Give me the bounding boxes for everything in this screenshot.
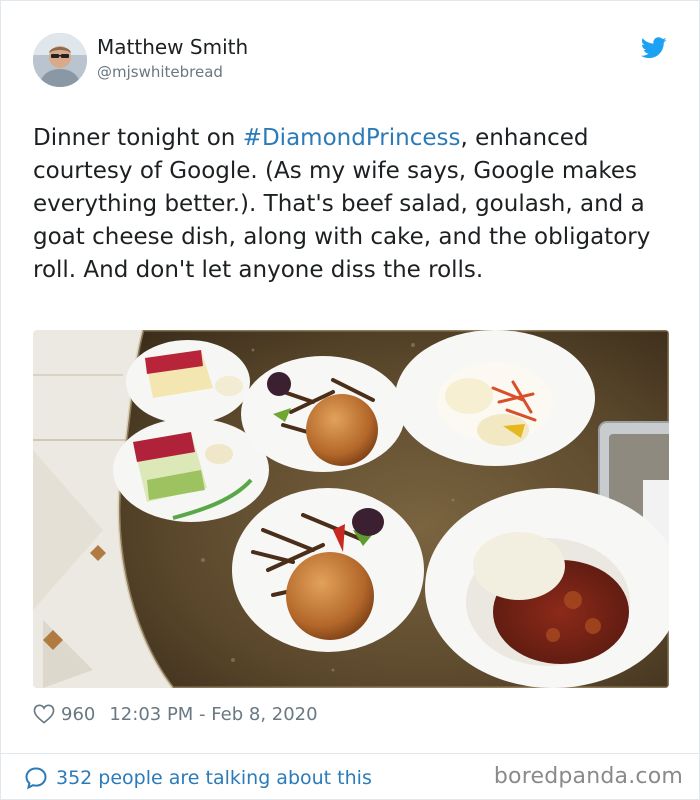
hashtag-link[interactable]: #DiamondPrincess	[243, 125, 461, 151]
heart-icon[interactable]	[33, 704, 55, 724]
tweet-card: Matthew Smith @mjswhitebread Dinner toni…	[0, 0, 700, 800]
tweet-header: Matthew Smith @mjswhitebread	[33, 33, 667, 89]
tweet-meta: 960 12:03 PM - Feb 8, 2020	[33, 700, 318, 728]
tweet-text: Dinner tonight on #DiamondPrincess, enha…	[33, 122, 663, 287]
speech-bubble-icon	[25, 767, 47, 790]
watermark-logo: boredpanda.com	[493, 764, 683, 789]
talking-count-label: 352 people are talking about this	[56, 767, 372, 789]
tweet-footer: 352 people are talking about this boredp…	[1, 753, 699, 800]
author-display-name[interactable]: Matthew Smith	[97, 35, 248, 59]
tweet-timestamp[interactable]: 12:03 PM - Feb 8, 2020	[109, 704, 317, 725]
like-count[interactable]: 960	[61, 704, 95, 725]
talking-link[interactable]: 352 people are talking about this	[24, 766, 372, 790]
twitter-bird-icon[interactable]	[641, 37, 667, 59]
avatar[interactable]	[33, 33, 87, 87]
tweet-photo[interactable]	[33, 330, 669, 688]
author-handle[interactable]: @mjswhitebread	[97, 61, 248, 83]
tweet-text-before: Dinner tonight on	[33, 125, 243, 151]
author-block[interactable]: Matthew Smith @mjswhitebread	[97, 35, 248, 83]
